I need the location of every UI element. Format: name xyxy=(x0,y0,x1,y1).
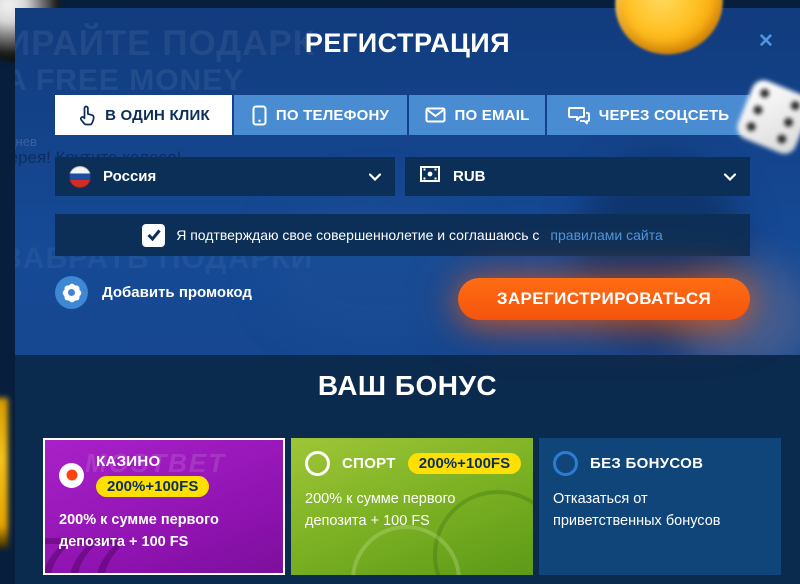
tab-label: ПО EMAIL xyxy=(455,107,530,124)
hand-click-icon xyxy=(77,105,96,126)
country-select[interactable]: Россия xyxy=(55,157,395,196)
site-rules-link[interactable]: правилами сайта xyxy=(550,227,662,243)
currency-select[interactable]: RUB xyxy=(405,157,750,196)
banknote-icon xyxy=(419,163,441,190)
registration-tabs: В ОДИН КЛИК ПО ТЕЛЕФОНУ ПО EMAIL xyxy=(55,95,750,135)
russia-flag-icon xyxy=(69,166,91,188)
gear-icon xyxy=(55,276,88,309)
close-icon[interactable]: ✕ xyxy=(754,30,778,54)
tab-label: ЧЕРЕЗ СОЦСЕТЬ xyxy=(599,107,730,124)
email-icon xyxy=(425,107,446,123)
tab-one-click[interactable]: В ОДИН КЛИК xyxy=(55,95,232,135)
register-button[interactable]: ЗАРЕГИСТРИРОВАТЬСЯ xyxy=(458,278,750,320)
chevron-down-icon xyxy=(369,173,381,181)
tab-by-phone[interactable]: ПО ТЕЛЕФОНУ xyxy=(234,95,407,135)
gold-glow-decoration xyxy=(0,398,8,548)
add-promocode-button[interactable]: Добавить промокод xyxy=(55,276,252,309)
tab-by-social[interactable]: ЧЕРЕЗ СОЦСЕТЬ xyxy=(547,95,750,135)
agreement-row: Я подтверждаю свое совершеннолетие и сог… xyxy=(55,214,750,256)
currency-value: RUB xyxy=(453,168,712,185)
registration-page: ИРАЙТЕ ПОДАРК A FREE MONEY еднев терея! … xyxy=(0,0,800,584)
tab-by-email[interactable]: ПО EMAIL xyxy=(409,95,545,135)
tab-label: В ОДИН КЛИК xyxy=(105,107,210,124)
age-confirm-checkbox[interactable] xyxy=(142,224,165,247)
chevron-down-icon xyxy=(724,173,736,181)
agreement-text: Я подтверждаю свое совершеннолетие и сог… xyxy=(176,227,539,243)
check-icon xyxy=(147,229,161,241)
chat-bubbles-icon xyxy=(568,106,590,125)
phone-icon xyxy=(252,105,267,126)
country-value: Россия xyxy=(103,168,357,185)
registration-modal: ИРАЙТЕ ПОДАРК A FREE MONEY еднев терея! … xyxy=(15,8,800,584)
promocode-label: Добавить промокод xyxy=(102,284,252,301)
tab-label: ПО ТЕЛЕФОНУ xyxy=(276,107,389,124)
